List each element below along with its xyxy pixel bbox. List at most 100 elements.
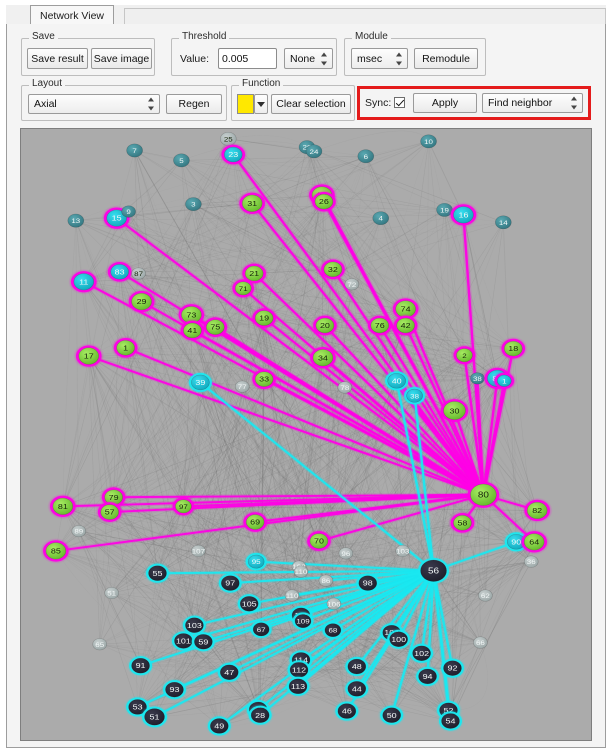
graph-node[interactable]: 81	[47, 493, 79, 520]
graph-node[interactable]: 94	[413, 664, 442, 688]
module-unit-select[interactable]: msec	[351, 48, 408, 69]
graph-node[interactable]: 64	[518, 529, 550, 555]
layout-select[interactable]: Axial	[28, 94, 160, 114]
tab-network-view[interactable]: Network View	[30, 5, 114, 25]
graph-node[interactable]: 93	[160, 678, 189, 702]
graph-node[interactable]: 65	[92, 638, 107, 651]
graph-node[interactable]: 46	[332, 699, 361, 723]
graph-node[interactable]: 75	[200, 315, 230, 340]
graph-node[interactable]: 13	[67, 213, 85, 228]
graph-node[interactable]: 24	[305, 144, 323, 159]
graph-node[interactable]: 50	[377, 703, 406, 727]
graph-node[interactable]: 102	[407, 641, 436, 665]
graph-node[interactable]: 54	[436, 709, 465, 733]
graph-node[interactable]: 70	[304, 529, 334, 553]
graph-node[interactable]: 71	[229, 277, 257, 300]
graph-node[interactable]: 1	[491, 370, 517, 392]
graph-node[interactable]: 16	[448, 202, 479, 228]
graph-node[interactable]: 96	[338, 547, 354, 560]
graph-node[interactable]: 23	[218, 142, 248, 167]
graph-node[interactable]: 3	[185, 197, 202, 211]
graph-node[interactable]: 106	[326, 597, 342, 610]
function-color-swatch[interactable]	[237, 94, 254, 114]
graph-node[interactable]: 29	[126, 288, 158, 315]
graph-node[interactable]: 72	[344, 278, 360, 291]
graph-node[interactable]: 97	[169, 495, 197, 518]
graph-node[interactable]: 105	[235, 592, 264, 616]
graph-node[interactable]: 1	[111, 335, 141, 360]
graph-node[interactable]: 31	[236, 190, 268, 217]
graph-node[interactable]: 6	[357, 149, 375, 164]
threshold-mode-select[interactable]: None	[284, 48, 333, 69]
regen-button[interactable]: Regen	[166, 94, 222, 114]
graph-node[interactable]: 110	[284, 589, 300, 602]
graph-node[interactable]: 92	[438, 656, 467, 680]
graph-node[interactable]: 26	[309, 189, 339, 214]
graph-node[interactable]: 113	[284, 674, 312, 698]
graph-node[interactable]: 7	[126, 143, 143, 158]
graph-node[interactable]: 39	[186, 370, 215, 395]
graph-node[interactable]: 11	[68, 268, 100, 295]
graph-node[interactable]: 4	[372, 211, 390, 226]
graph-node[interactable]: 103	[395, 544, 410, 557]
graph-node[interactable]: 17	[73, 343, 105, 369]
graph-node[interactable]: 9	[121, 205, 136, 218]
graph-node[interactable]: 69	[240, 510, 270, 534]
graph-node[interactable]: 80	[464, 479, 502, 511]
network-graph-svg[interactable]: 7255232824106331222613159419161411838721…	[21, 129, 591, 740]
graph-node[interactable]: 100	[384, 627, 413, 651]
graph-node[interactable]: 5	[173, 153, 190, 168]
graph-node[interactable]: 32	[318, 257, 348, 282]
network-graph-canvas[interactable]: 7255232824106331222613159419161411838721…	[20, 128, 592, 741]
graph-node[interactable]: 67	[248, 618, 275, 641]
graph-node[interactable]: 38	[401, 384, 428, 407]
graph-node[interactable]: 59	[189, 630, 218, 654]
graph-node[interactable]: 76	[365, 313, 395, 338]
graph-node[interactable]: 55	[143, 561, 172, 585]
graph-node[interactable]: 87	[131, 267, 146, 280]
sync-checkbox[interactable]	[394, 97, 405, 108]
graph-node[interactable]: 14	[495, 215, 512, 230]
graph-node[interactable]: 49	[205, 714, 234, 738]
graph-node[interactable]: 30	[438, 396, 471, 425]
graph-node[interactable]: 86	[318, 574, 334, 587]
graph-node[interactable]: 18	[498, 336, 528, 361]
graph-node[interactable]: 62	[478, 589, 493, 602]
graph-node[interactable]: 91	[126, 654, 155, 678]
graph-node[interactable]: 51	[104, 587, 119, 600]
graph-node[interactable]: 89	[71, 525, 87, 538]
apply-button[interactable]: Apply	[413, 93, 477, 113]
graph-node[interactable]: 47	[215, 660, 244, 684]
graph-node[interactable]: 98	[353, 571, 382, 595]
graph-node[interactable]: 42	[391, 313, 421, 338]
graph-node[interactable]: 109	[290, 610, 316, 632]
graph-node[interactable]: 57	[95, 500, 125, 525]
graph-node[interactable]: 110	[293, 565, 309, 578]
graph-node[interactable]: 33	[249, 367, 279, 392]
graph-node[interactable]: 68	[319, 619, 346, 641]
graph-node[interactable]: 28	[246, 703, 275, 727]
save-result-button[interactable]: Save result	[27, 48, 88, 69]
graph-node[interactable]: 2	[450, 344, 478, 367]
function-color-dropdown-button[interactable]	[254, 94, 268, 114]
graph-node[interactable]: 82	[521, 497, 553, 524]
graph-node[interactable]: 48	[342, 654, 371, 679]
graph-node[interactable]: 36	[523, 555, 539, 568]
save-image-button[interactable]: Save image	[91, 48, 152, 69]
graph-node[interactable]: 83	[105, 259, 135, 284]
graph-node[interactable]: 77	[234, 380, 250, 393]
clear-selection-button[interactable]: Clear selection	[271, 94, 351, 114]
graph-node[interactable]: 19	[249, 306, 279, 331]
graph-node[interactable]: 66	[473, 636, 488, 649]
graph-node[interactable]: 107	[191, 544, 206, 557]
threshold-value-input[interactable]: 0.005	[218, 48, 277, 69]
graph-node[interactable]: 85	[40, 538, 72, 564]
graph-node[interactable]: 20	[310, 313, 340, 338]
graph-node[interactable]: 10	[420, 134, 437, 149]
graph-node[interactable]: 58	[448, 510, 477, 535]
remodule-button[interactable]: Remodule	[414, 48, 478, 69]
graph-node[interactable]: 44	[342, 677, 371, 701]
graph-node[interactable]: 34	[307, 344, 339, 371]
graph-node[interactable]: 78	[337, 381, 353, 394]
find-neighbor-select[interactable]: Find neighbor	[482, 93, 583, 113]
